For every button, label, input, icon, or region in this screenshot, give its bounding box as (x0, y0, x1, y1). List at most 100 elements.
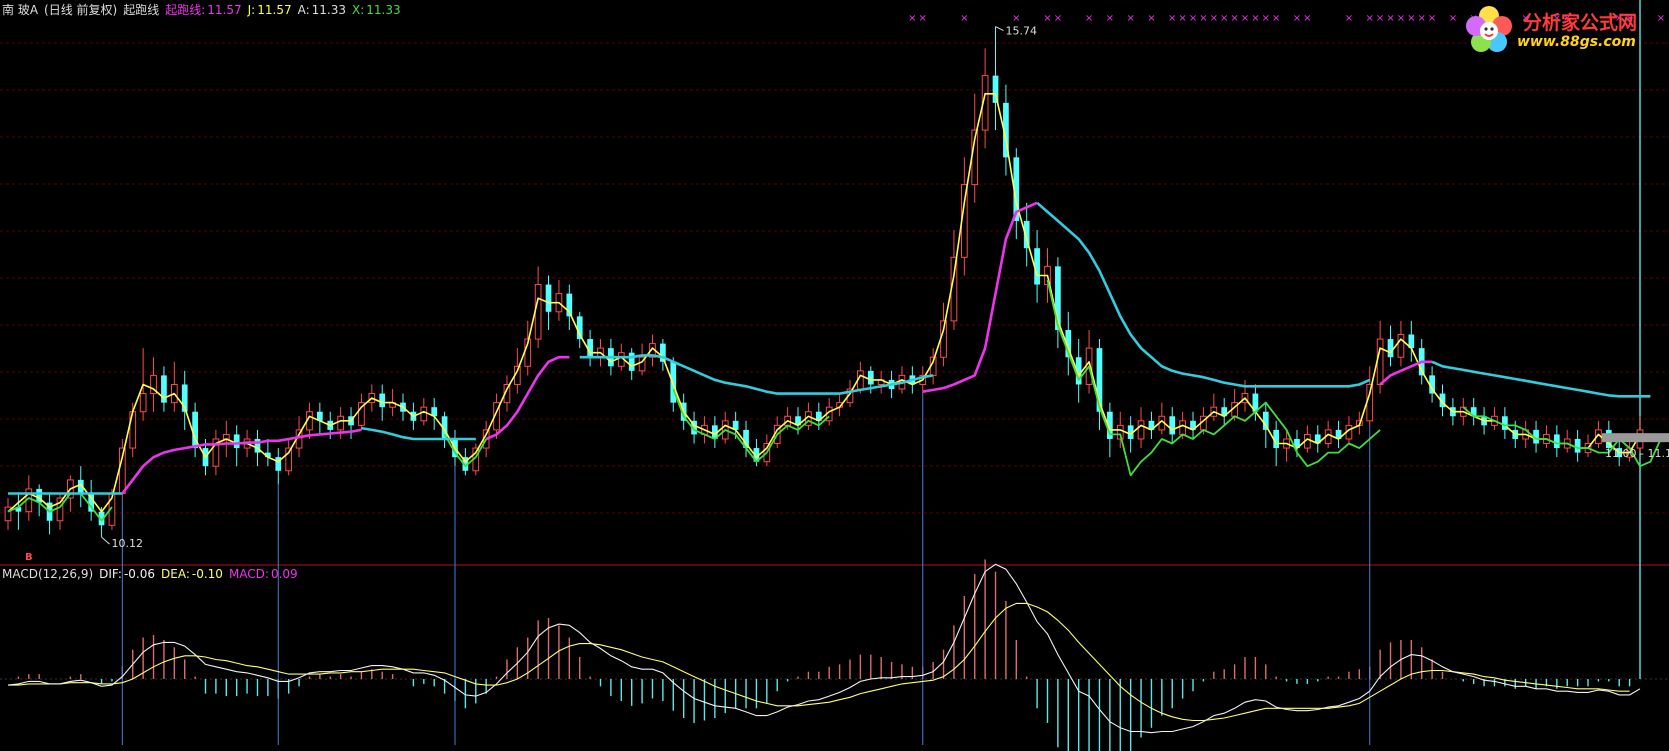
macd-histogram (17, 0, 1641, 751)
candle (1408, 320, 1415, 362)
signal-marker: × (1241, 13, 1249, 24)
candle (1314, 425, 1321, 453)
j-value: 11.57 (257, 3, 292, 17)
candle (1543, 425, 1550, 449)
signal-marker: × (1210, 13, 1218, 24)
candle (555, 280, 563, 321)
candle (1210, 393, 1218, 421)
candle (161, 366, 167, 412)
candle (1387, 325, 1394, 367)
signal-markers: ××××××××××××××××××××××××××××××××××××××××… (25, 13, 1665, 563)
period-label: (日线 前复权) (44, 3, 118, 17)
dea-value: -0.10 (191, 567, 223, 581)
candle (1169, 407, 1176, 444)
candle (1563, 429, 1571, 453)
candle (1502, 407, 1508, 439)
candle (1491, 407, 1498, 430)
low-price-label: 10.12 (112, 537, 144, 550)
candle (4, 498, 12, 530)
candle (192, 402, 198, 458)
signal-marker: × (1199, 13, 1207, 24)
candle-body (992, 75, 999, 103)
candle (1055, 257, 1061, 349)
indicator-header: 南 玻A (日线 前复权) 起跑线 起跑线: 11.57 J: 11.57 A: 11.33 X:… (2, 1, 407, 18)
flower-logo-icon (1466, 6, 1512, 52)
logo-url: www.88gs.com (1517, 34, 1636, 50)
candle (170, 361, 178, 412)
cyan-line (1431, 360, 1651, 398)
candle-body (420, 406, 428, 422)
candle (1553, 425, 1560, 458)
candle (275, 448, 282, 485)
candle-body (867, 370, 874, 385)
price-tag-marker (1602, 433, 1669, 443)
candle (1096, 339, 1103, 430)
signal-marker: × (1376, 13, 1384, 24)
candle-body (1137, 420, 1145, 440)
candle-body (233, 434, 240, 449)
site-logo: 分析家公式网 www.88gs.com (1459, 4, 1659, 54)
macd-label: MACD: (228, 567, 269, 581)
candle (46, 493, 53, 535)
x-label: X: (352, 3, 365, 17)
candle-body (1179, 420, 1186, 435)
candle-body (628, 352, 635, 371)
candle (1335, 420, 1342, 449)
macd-header: MACD(12,26,9) DIF: -0.06 DEA: -0.10 MACD: 0.09 (2, 567, 304, 581)
candle-body (379, 393, 386, 408)
dif-label: DIF: (99, 567, 122, 581)
candle-body (1553, 434, 1560, 449)
candle (358, 393, 365, 430)
j-label: J: (247, 3, 256, 17)
macd-name: MACD(12,26,9) (2, 567, 94, 581)
x-value: 11.33 (366, 3, 401, 17)
a-value: 11.33 (311, 3, 346, 17)
candle-body (1387, 339, 1394, 358)
yellow-line (7, 93, 1641, 513)
signal-marker: × (1147, 13, 1155, 24)
candle-body (1376, 338, 1384, 385)
candle (950, 230, 958, 330)
candlesticks (4, 26, 1644, 538)
signal-marker: × (1220, 13, 1228, 24)
price-grid (0, 42, 1669, 680)
signal-marker: × (1189, 13, 1197, 24)
qpx-value: 11.57 (207, 3, 242, 17)
signal-marker: × (1262, 13, 1270, 24)
candle (348, 407, 354, 439)
dea-label: DEA: (161, 567, 190, 581)
indicator-name: 起跑线 (123, 3, 160, 17)
candle (15, 493, 22, 530)
candle-body (534, 284, 542, 340)
stock-chart: ××××××××××××××××××××××××××××××××××××××××… (0, 0, 1669, 751)
high-price-label: 15.74 (1006, 25, 1037, 38)
candle (1574, 429, 1581, 462)
stock-name: 南 玻A (2, 3, 39, 17)
signal-marker: × (1418, 13, 1426, 24)
candle (981, 48, 989, 149)
signal-marker: × (1449, 13, 1457, 24)
signal-marker: × (1303, 13, 1311, 24)
signal-marker: × (1106, 13, 1114, 24)
signal-marker: × (1085, 13, 1093, 24)
signal-marker: × (1043, 13, 1051, 24)
price-tag-label: 11.00 - 11.1 (1605, 447, 1669, 460)
candle (992, 26, 999, 131)
candle-body (1574, 438, 1581, 453)
candle (1397, 320, 1405, 367)
candle (1470, 398, 1477, 426)
low-price-pointer (101, 536, 110, 545)
dif-line (7, 563, 1641, 734)
candle (285, 438, 293, 476)
signal-marker: × (1293, 13, 1301, 24)
signal-marker: × (960, 13, 968, 24)
candle (877, 370, 885, 394)
candle (431, 398, 438, 430)
signal-marker: × (919, 13, 927, 24)
signal-marker: × (1386, 13, 1394, 24)
price-labels: 15.74 10.12 11.00 - 11.1 (101, 25, 1669, 550)
candle (337, 407, 344, 439)
signal-marker: × (908, 13, 916, 24)
signal-marker: × (1366, 13, 1374, 24)
signal-marker: × (1126, 13, 1134, 24)
